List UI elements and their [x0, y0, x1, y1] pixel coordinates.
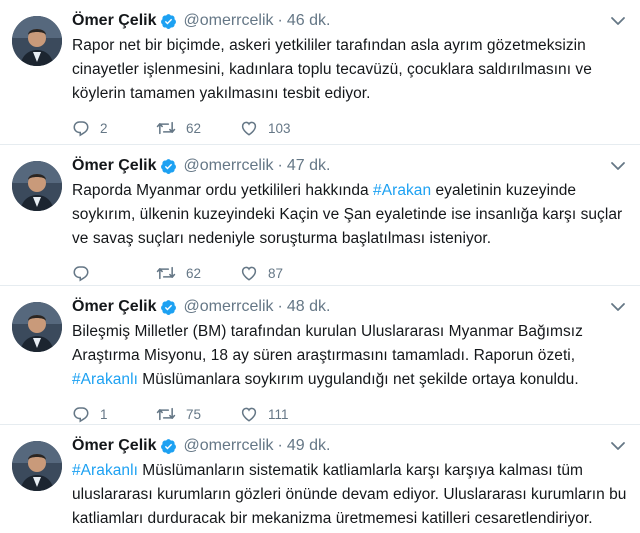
author-name[interactable]: Ömer Çelik	[72, 11, 156, 31]
retweet-count: 62	[186, 120, 202, 136]
tweet-text-segment: Müslümanların sistematik katliamlarla ka…	[72, 462, 627, 527]
author-handle[interactable]: @omerrcelik	[183, 156, 273, 176]
timestamp[interactable]: 47 dk.	[287, 156, 331, 176]
retweet-icon	[156, 119, 176, 137]
reply-count: 1	[100, 406, 108, 422]
reply-icon	[72, 264, 90, 282]
timeline: Ömer Çelik @omerrcelik · 46 dk. Rapor ne…	[0, 0, 640, 533]
author-name[interactable]: Ömer Çelik	[72, 156, 156, 176]
avatar[interactable]	[12, 441, 62, 491]
tweet-actions: 2 62 103	[72, 116, 630, 140]
like-button[interactable]: 111	[240, 405, 324, 423]
tweet-actions: 1 75 111	[72, 402, 630, 426]
like-icon	[240, 119, 258, 137]
like-count: 87	[268, 265, 284, 281]
hashtag-link[interactable]: #Arakanlı	[72, 371, 138, 388]
separator-dot: ·	[277, 157, 283, 174]
chevron-down-icon[interactable]	[610, 439, 626, 451]
timestamp[interactable]: 46 dk.	[287, 11, 331, 31]
author-name[interactable]: Ömer Çelik	[72, 297, 156, 317]
tweet-text-segment: Bileşmiş Milletler (BM) tarafından kurul…	[72, 323, 583, 364]
hashtag-link[interactable]: #Arakan	[373, 182, 431, 199]
author-handle[interactable]: @omerrcelik	[183, 297, 273, 317]
reply-icon	[72, 405, 90, 423]
tweet-text: #Arakanlı Müslümanların sistematik katli…	[72, 459, 630, 531]
verified-badge-icon	[160, 158, 177, 175]
avatar[interactable]	[12, 302, 62, 352]
reply-button[interactable]: 2	[72, 119, 156, 137]
author-name[interactable]: Ömer Çelik	[72, 436, 156, 456]
retweet-button[interactable]: 62	[156, 119, 240, 137]
like-icon	[240, 405, 258, 423]
like-button[interactable]: 103	[240, 119, 324, 137]
tweet-text: Bileşmiş Milletler (BM) tarafından kurul…	[72, 320, 630, 392]
verified-badge-icon	[160, 438, 177, 455]
separator-dot: ·	[277, 298, 283, 315]
hashtag-link[interactable]: #Arakanlı	[72, 462, 138, 479]
retweet-icon	[156, 405, 176, 423]
like-count: 103	[268, 120, 291, 136]
chevron-down-icon[interactable]	[610, 300, 626, 312]
avatar[interactable]	[12, 16, 62, 66]
retweet-count: 75	[186, 406, 202, 422]
retweet-button[interactable]: 62	[156, 264, 240, 282]
retweet-button[interactable]: 75	[156, 405, 240, 423]
tweet-text-segment: Müslümanlara soykırım uygulandığı net şe…	[137, 371, 579, 388]
verified-badge-icon	[160, 299, 177, 316]
tweet-text: Raporda Myanmar ordu yetkilileri hakkınd…	[72, 179, 630, 251]
avatar[interactable]	[12, 161, 62, 211]
verified-badge-icon	[160, 13, 177, 30]
retweet-count: 62	[186, 265, 202, 281]
reply-button[interactable]	[72, 264, 156, 282]
reply-count: 2	[100, 120, 108, 136]
tweet[interactable]: Ömer Çelik @omerrcelik · 46 dk. Rapor ne…	[0, 0, 640, 145]
timestamp[interactable]: 48 dk.	[287, 297, 331, 317]
tweet[interactable]: Ömer Çelik @omerrcelik · 49 dk. #Arakanl…	[0, 425, 640, 533]
author-handle[interactable]: @omerrcelik	[183, 11, 273, 31]
like-button[interactable]: 87	[240, 264, 324, 282]
reply-icon	[72, 119, 90, 137]
tweet-text-segment: Raporda Myanmar ordu yetkilileri hakkınd…	[72, 182, 374, 199]
reply-button[interactable]: 1	[72, 405, 156, 423]
separator-dot: ·	[277, 437, 283, 454]
tweet[interactable]: Ömer Çelik @omerrcelik · 47 dk. Raporda …	[0, 145, 640, 286]
like-count: 111	[268, 406, 289, 422]
tweet[interactable]: Ömer Çelik @omerrcelik · 48 dk. Bileşmiş…	[0, 286, 640, 425]
chevron-down-icon[interactable]	[610, 14, 626, 26]
like-icon	[240, 264, 258, 282]
retweet-icon	[156, 264, 176, 282]
tweet-actions: 62 87	[72, 261, 630, 285]
timestamp[interactable]: 49 dk.	[287, 436, 331, 456]
author-handle[interactable]: @omerrcelik	[183, 436, 273, 456]
tweet-text: Rapor net bir biçimde, askeri yetkililer…	[72, 34, 630, 106]
separator-dot: ·	[277, 12, 283, 29]
tweet-text-segment: Rapor net bir biçimde, askeri yetkililer…	[72, 37, 592, 102]
chevron-down-icon[interactable]	[610, 159, 626, 171]
